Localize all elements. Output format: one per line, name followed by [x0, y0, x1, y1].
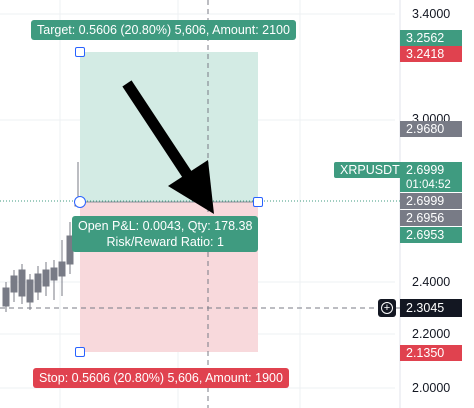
last-price-tag: 2.6999 01:04:52: [400, 162, 462, 192]
bar-countdown: 01:04:52: [406, 179, 451, 191]
pnl-line-1: Open P&L: 0.0043, Qty: 178.38: [78, 219, 253, 233]
target-handle[interactable]: [75, 47, 85, 57]
axis-label-2400: 2.4000: [412, 275, 451, 289]
profit-zone: [80, 52, 258, 202]
symbol-tag: XRPUSDT: [334, 162, 406, 178]
price-tag-target: 3.2562: [400, 30, 462, 46]
price-tag-level: 2.9680: [400, 121, 462, 137]
add-alert-plus-icon[interactable]: +: [378, 299, 396, 317]
plus-glyph: +: [383, 302, 391, 314]
crosshair-price-tag: 2.3045: [400, 299, 462, 317]
price-tag-entry: 2.6999: [400, 193, 462, 209]
axis-label-2000: 2.0000: [412, 381, 451, 395]
pnl-label: Open P&L: 0.0043, Qty: 178.38 Risk/Rewar…: [72, 216, 259, 252]
price-tag-close: 2.6953: [400, 227, 462, 243]
pnl-line-2: Risk/Reward Ratio: 1: [106, 235, 224, 249]
price-tag-stop: 2.1350: [400, 345, 462, 361]
candles: [2, 162, 82, 312]
entry-right-handle[interactable]: [253, 197, 263, 207]
axis-label-2200: 2.2000: [412, 327, 451, 341]
axis-label-3400: 3.4000: [412, 7, 451, 21]
price-tag-open: 2.6956: [400, 210, 462, 226]
last-price: 2.6999: [406, 163, 445, 177]
stop-handle[interactable]: [75, 347, 85, 357]
entry-handle[interactable]: [74, 196, 86, 208]
target-label: Target: 0.5606 (20.80%) 5,606, Amount: 2…: [31, 20, 296, 40]
price-tag-high: 3.2418: [400, 46, 462, 62]
stop-label: Stop: 0.5606 (20.80%) 5,606, Amount: 190…: [33, 368, 289, 388]
